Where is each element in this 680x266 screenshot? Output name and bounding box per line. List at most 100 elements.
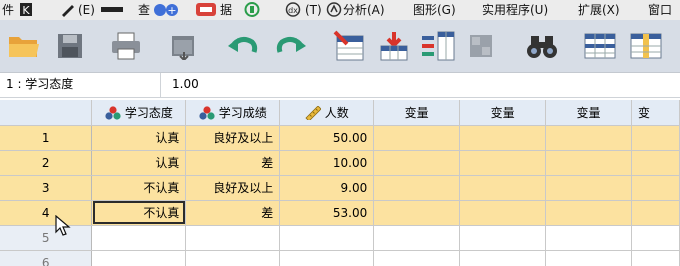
goto-case-button[interactable]	[330, 28, 370, 64]
data-cell[interactable]: 9.00	[279, 175, 375, 201]
menu-analyze[interactable]: 分析(A)	[343, 1, 385, 19]
data-cell[interactable]: 良好及以上	[185, 175, 281, 201]
menu-transform[interactable]: (T)	[305, 1, 322, 19]
data-cell[interactable]	[459, 200, 547, 226]
menu-data[interactable]: 据	[220, 1, 232, 19]
data-cell[interactable]	[279, 250, 375, 266]
data-cell[interactable]	[373, 250, 461, 266]
data-cell[interactable]: 50.00	[279, 125, 375, 151]
table-row: 4 不认真 差 53.00	[0, 200, 680, 226]
row-number[interactable]: 6	[0, 250, 93, 266]
data-cell[interactable]	[631, 175, 680, 201]
save-icon	[58, 34, 82, 58]
data-cell[interactable]: 10.00	[279, 150, 375, 176]
variables-icon	[422, 31, 455, 61]
grid-corner[interactable]	[0, 100, 93, 126]
data-cell[interactable]	[373, 125, 461, 151]
print-button[interactable]	[106, 28, 146, 64]
data-cell[interactable]	[631, 200, 680, 226]
data-cell[interactable]	[185, 250, 281, 266]
analyze-icon	[326, 2, 342, 17]
row-number[interactable]: 3	[0, 175, 93, 201]
column-header[interactable]: 变量	[545, 100, 632, 126]
data-cell[interactable]	[459, 125, 547, 151]
dialog-recall-button[interactable]	[164, 28, 204, 64]
cell-reference: 1 : 学习态度	[2, 75, 158, 94]
menu-extensions[interactable]: 扩展(X)	[578, 1, 620, 19]
data-cell[interactable]	[459, 250, 547, 266]
data-cell[interactable]	[373, 175, 461, 201]
data-cell[interactable]	[373, 150, 461, 176]
row-number[interactable]: 2	[0, 150, 93, 176]
redo-button[interactable]	[272, 28, 312, 64]
data-cell[interactable]	[373, 225, 461, 251]
data-cell[interactable]	[373, 200, 461, 226]
menu-file[interactable]: 件	[2, 1, 14, 19]
column-header[interactable]: 学习态度	[91, 100, 187, 126]
data-cell[interactable]: 良好及以上	[185, 125, 281, 151]
minus-icon	[101, 7, 123, 12]
run-descriptives-button[interactable]	[462, 28, 502, 64]
insert-cases-button[interactable]	[580, 28, 620, 64]
menu-edit[interactable]: (E)	[78, 1, 95, 19]
data-cell[interactable]: 不认真	[91, 175, 187, 201]
data-cell[interactable]	[631, 125, 680, 151]
data-cell[interactable]	[545, 150, 632, 176]
data-cell[interactable]	[459, 150, 547, 176]
data-cell[interactable]	[631, 250, 680, 266]
data-cell[interactable]	[545, 175, 632, 201]
data-grid: 学习态度 学习成绩 人数 变量 变量 变量 变 1 认真 良好及以上 50.00	[0, 100, 680, 266]
divider	[160, 73, 161, 97]
column-header[interactable]: 人数	[279, 100, 375, 126]
column-label: 变量	[576, 105, 601, 120]
data-cell[interactable]	[545, 250, 632, 266]
plus-bubble-icon: +	[154, 4, 178, 17]
data-cell[interactable]: 差	[185, 150, 281, 176]
data-cell[interactable]: 差	[185, 200, 281, 226]
cell-edit-bar: 1 : 学习态度 1.00	[0, 73, 680, 98]
variables-button[interactable]	[418, 28, 458, 64]
data-cell[interactable]: 认真	[91, 125, 187, 151]
menu-graphs[interactable]: 图形(G)	[413, 1, 456, 19]
row-number[interactable]: 5	[0, 225, 93, 251]
data-cell[interactable]: 53.00	[279, 200, 375, 226]
data-cell[interactable]	[279, 225, 375, 251]
column-label: 变量	[490, 105, 515, 120]
mouse-cursor-icon	[55, 215, 71, 236]
svg-text:K: K	[22, 4, 30, 17]
save-button[interactable]	[50, 28, 90, 64]
cell-value-field[interactable]: 1.00	[172, 75, 199, 94]
open-file-button[interactable]	[4, 28, 44, 64]
row-number[interactable]: 4	[0, 200, 93, 226]
data-cell[interactable]	[185, 225, 281, 251]
menu-view[interactable]: 查	[138, 1, 150, 19]
data-cell[interactable]	[545, 225, 632, 251]
find-button[interactable]	[522, 28, 562, 64]
menu-utilities[interactable]: 实用程序(U)	[482, 1, 548, 19]
column-label: 学习态度	[124, 105, 173, 120]
column-header[interactable]: 变量	[459, 100, 547, 126]
data-red-icon	[196, 3, 216, 16]
column-header[interactable]: 变	[631, 100, 680, 126]
menu-bar: 件 K (E) 查 + 据 dx (T) 分析(A) 图形(G) 实用程序(U)…	[0, 0, 680, 20]
data-cell[interactable]	[545, 200, 632, 226]
data-cell[interactable]	[545, 125, 632, 151]
data-cell[interactable]	[91, 250, 187, 266]
data-cell[interactable]: 认真	[91, 150, 187, 176]
row-number[interactable]: 1	[0, 125, 93, 151]
data-cell[interactable]	[91, 225, 187, 251]
data-cell[interactable]	[459, 175, 547, 201]
selected-cell[interactable]: 不认真	[91, 200, 187, 226]
column-header[interactable]: 学习成绩	[185, 100, 281, 126]
insert-variable-button[interactable]	[626, 28, 666, 64]
data-cell[interactable]	[459, 225, 547, 251]
k-logo-icon: K	[20, 3, 32, 17]
menu-window[interactable]: 窗口	[648, 1, 672, 19]
undo-button[interactable]	[222, 28, 262, 64]
data-cell[interactable]	[631, 225, 680, 251]
table-row: 2 认真 差 10.00	[0, 150, 680, 176]
column-header[interactable]: 变量	[373, 100, 461, 126]
data-cell[interactable]	[631, 150, 680, 176]
dialog-recall-icon	[172, 36, 194, 60]
goto-variable-button[interactable]	[374, 28, 414, 64]
